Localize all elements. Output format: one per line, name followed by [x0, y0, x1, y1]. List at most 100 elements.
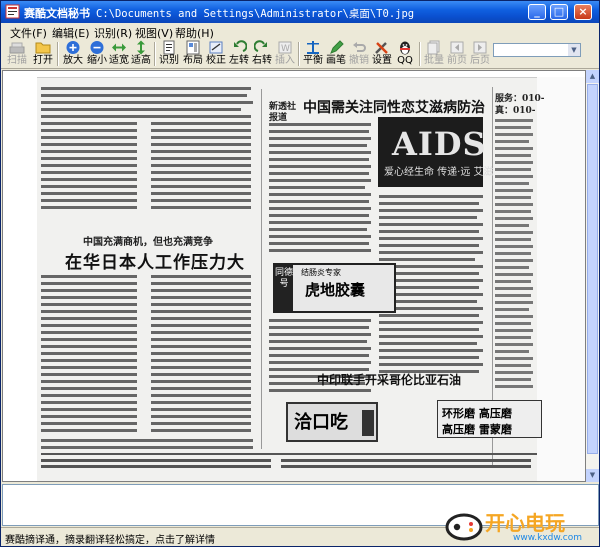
balance-label: 平衡 [303, 55, 323, 66]
batch-label: 批量 [424, 55, 444, 66]
title-bar[interactable]: 赛酷文档秘书 C:\Documents and Settings\Administ… [1, 1, 599, 23]
aids-photo: AIDS 爱心经生命 传递·远 艾滋 [378, 117, 494, 187]
site-watermark: 开心电玩 www.kxdw.com [439, 507, 600, 547]
qq-penguin-icon [400, 41, 410, 55]
recognize-button[interactable]: 识别 [157, 40, 181, 68]
open-button[interactable]: 打开 [31, 40, 55, 68]
toolbar-separator [154, 42, 156, 66]
insert-label: 插入 [275, 55, 295, 66]
zoom-in-icon [66, 41, 80, 54]
batch-icon [427, 40, 440, 55]
close-button[interactable]: × [574, 4, 592, 20]
ad-side-label: 同德号 [275, 265, 293, 311]
ad-top-label: 结肠炎专家 [301, 268, 341, 277]
scanned-newspaper-image: 中国充满商机，但也充满竞争 在华日本人工作压力大 新透社 报道 中国需关注同性恋… [37, 77, 585, 481]
toolbar-separator [57, 42, 59, 66]
balance-button[interactable]: 平衡 [301, 40, 325, 68]
qr-code-image [362, 410, 374, 436]
headline-bottom: 中印联手开采哥伦比亚石油 [317, 373, 462, 387]
column-rule [261, 89, 262, 449]
next-page-button[interactable]: 后页 [468, 40, 492, 68]
app-icon [5, 4, 20, 19]
ad-title: 虎地胶囊 [305, 281, 366, 299]
status-promo-link[interactable]: 赛酷摘译通，摘录翻译轻松搞定，点击了解详情 [5, 531, 215, 546]
correct-button[interactable]: 校正 [204, 40, 228, 68]
app-name: 赛酷文档秘书 [24, 7, 90, 20]
watermark-url: www.kxdw.com [513, 533, 582, 543]
fit-height-icon [137, 40, 145, 55]
settings-tools-icon [375, 42, 388, 54]
fit-width-label: 适宽 [109, 55, 129, 66]
rotate-left-label: 左转 [229, 55, 249, 66]
toolbar-separator [298, 42, 300, 66]
batch-button[interactable]: 批量 [422, 40, 446, 68]
pen-button[interactable]: 画笔 [324, 40, 348, 68]
newsprint-text-block [41, 87, 253, 209]
layout-button[interactable]: 布局 [181, 40, 205, 68]
scroll-down-arrow-icon[interactable]: ▼ [586, 469, 599, 482]
eat-ad-title: 洽口吃 [294, 412, 348, 433]
prev-page-label: 前页 [447, 55, 467, 66]
open-label: 打开 [33, 55, 53, 66]
rotate-right-icon [254, 40, 267, 52]
image-viewport[interactable]: 中国充满商机，但也充满竞争 在华日本人工作压力大 新透社 报道 中国需关注同性恋… [2, 70, 586, 482]
watermark-title: 开心电玩 [485, 511, 565, 535]
prev-page-button[interactable]: 前页 [445, 40, 469, 68]
insert-icon: W [278, 41, 292, 54]
aids-label: AIDS [392, 125, 487, 163]
headline-main: 中国需关注同性恋艾滋病防治 [303, 100, 485, 116]
correct-icon [209, 41, 223, 54]
advertisement-box: 同德号 结肠炎专家 虎地胶囊 [273, 263, 396, 313]
fit-width-button[interactable]: 适宽 [107, 40, 131, 68]
zoom-in-button[interactable]: 放大 [61, 40, 85, 68]
layout-icon [186, 40, 200, 55]
rotate-right-button[interactable]: 右转 [250, 40, 274, 68]
newsprint-text-block [495, 119, 533, 388]
pen-label: 画笔 [326, 55, 346, 66]
insert-button[interactable]: W 插入 [273, 40, 297, 68]
prev-page-icon [450, 41, 464, 54]
zoom-select[interactable]: ▼ [493, 43, 581, 57]
vertical-scrollbar[interactable]: ▲ ▼ [586, 70, 599, 482]
advertisement-eat-box: 洽口吃 [286, 402, 378, 442]
pen-icon [330, 40, 344, 54]
correct-label: 校正 [206, 55, 226, 66]
newspaper-footer-strip [41, 453, 537, 468]
balance-icon [307, 41, 319, 54]
scan-button[interactable]: 扫描 [5, 40, 29, 68]
app-window: 赛酷文档秘书 C:\Documents and Settings\Administ… [0, 0, 600, 547]
fit-height-label: 适高 [131, 55, 151, 66]
zoom-in-label: 放大 [63, 55, 83, 66]
settings-button[interactable]: 设置 [370, 40, 394, 68]
recognize-icon [163, 40, 175, 55]
settings-label: 设置 [372, 55, 392, 66]
toolbar-separator [419, 42, 421, 66]
undo-button[interactable]: 撤销 [347, 40, 371, 68]
window-title: 赛酷文档秘书 C:\Documents and Settings\Administ… [24, 5, 414, 21]
next-page-label: 后页 [470, 55, 490, 66]
rotate-left-icon [234, 40, 247, 52]
zoom-out-label: 缩小 [87, 55, 107, 66]
fit-height-button[interactable]: 适高 [129, 40, 153, 68]
maximize-button[interactable]: □ [550, 4, 568, 20]
scan-label: 扫描 [7, 55, 27, 66]
newsprint-text-block [41, 275, 253, 449]
scroll-up-arrow-icon[interactable]: ▲ [586, 70, 599, 83]
zoom-out-button[interactable]: 缩小 [85, 40, 109, 68]
minimize-button[interactable]: _ [528, 4, 546, 20]
file-path: C:\Documents and Settings\Administrator\… [96, 8, 415, 20]
right-column-text: 真：010- [495, 106, 536, 116]
subheadline-left: 中国充满商机，但也充满竞争 [83, 237, 213, 248]
qq-button[interactable]: QQ [393, 40, 417, 68]
undo-icon [353, 42, 366, 52]
layout-label: 布局 [183, 55, 203, 66]
headline-left: 在华日本人工作压力大 [65, 253, 245, 273]
chevron-down-icon[interactable]: ▼ [568, 44, 580, 56]
next-page-icon [473, 41, 487, 54]
undo-label: 撤销 [349, 55, 369, 66]
gamepad-logo-icon [445, 513, 483, 541]
scrollbar-thumb[interactable] [587, 84, 598, 454]
scanner-icon [9, 42, 25, 54]
rotate-left-button[interactable]: 左转 [227, 40, 251, 68]
rotate-right-label: 右转 [252, 55, 272, 66]
